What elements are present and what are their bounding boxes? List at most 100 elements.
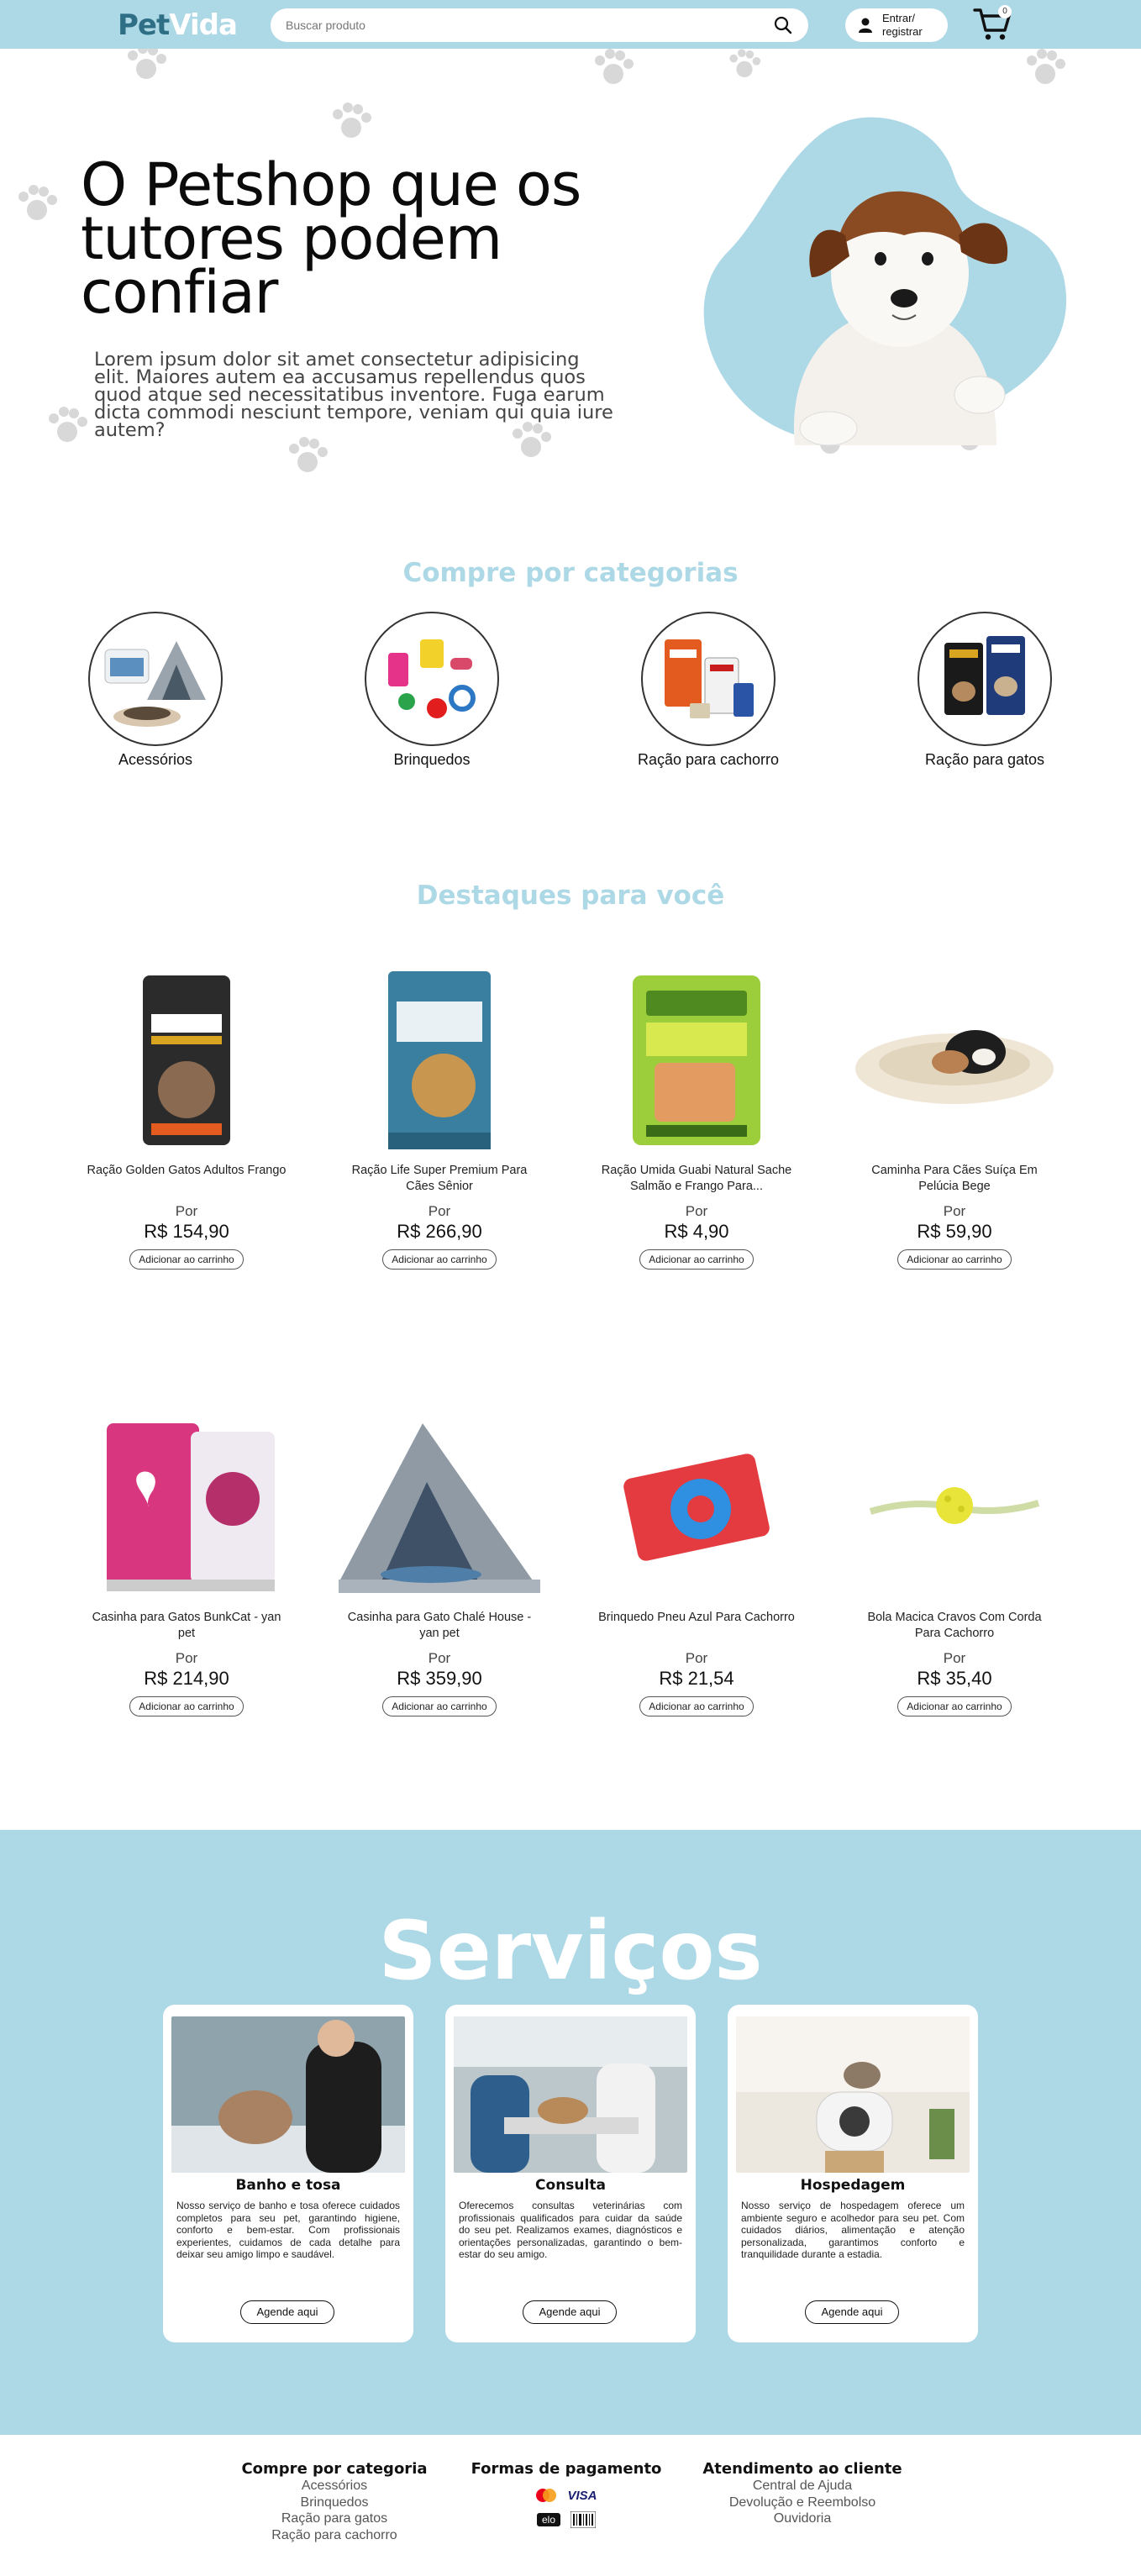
service-description: Nosso serviço de banho e tosa oferece cu… (176, 2200, 400, 2261)
product-por-label: Por (685, 1650, 708, 1666)
footer-link[interactable]: Devolução e Reembolso (697, 2495, 907, 2511)
product-card[interactable]: Brinquedo Pneu Azul Para Cachorro Por R$… (587, 1415, 806, 1716)
add-to-cart-button[interactable]: Adicionar ao carrinho (129, 1696, 244, 1716)
user-icon (859, 18, 872, 33)
product-name: Ração Umida Guabi Natural Sache Salmão e… (601, 1164, 792, 1193)
payment-row: VISA (535, 2488, 597, 2503)
product-card[interactable]: Casinha para Gato Chalé House - yan pet … (330, 1415, 549, 1716)
search-icon[interactable] (773, 15, 793, 35)
footer-link[interactable]: Central de Ajuda (697, 2478, 907, 2495)
product-card[interactable]: Casinha para Gatos BunkCat - yan pet Por… (77, 1415, 296, 1716)
add-to-cart-button[interactable]: Adicionar ao carrinho (382, 1249, 497, 1270)
guabi-natural-pouch (633, 975, 760, 1145)
category-dog-food-image (665, 639, 754, 718)
product-card[interactable]: Caminha Para Cães Suíça Em Pelúcia Bege … (845, 968, 1064, 1270)
service-card-banho-tosa: Banho e tosa Nosso serviço de banho e to… (163, 2005, 413, 2342)
category-image (918, 612, 1052, 746)
product-image (77, 968, 296, 1153)
service-name: Hospedagem (800, 2177, 906, 2194)
product-image (845, 1415, 1064, 1600)
schedule-button[interactable]: Agende aqui (523, 2300, 617, 2324)
footer-link[interactable]: Brinquedos (235, 2495, 434, 2511)
add-to-cart-button[interactable]: Adicionar ao carrinho (639, 1249, 754, 1270)
add-to-cart-button[interactable]: Adicionar ao carrinho (897, 1249, 1012, 1270)
dog-bed-image (855, 1030, 1054, 1104)
category-racao-gatos[interactable]: Ração para gatos (901, 612, 1069, 769)
service-card-hospedagem: Hospedagem Nosso serviço de hospedagem o… (728, 2005, 978, 2342)
paw-print-icon (1027, 49, 1065, 84)
product-price: R$ 35,40 (917, 1668, 992, 1689)
rope-ball-toy-image (869, 1487, 1040, 1524)
product-price: R$ 154,90 (144, 1221, 229, 1242)
hero-title: O Petshop que os tutores podem confiar (81, 150, 581, 327)
search-input[interactable] (286, 18, 773, 32)
product-price: R$ 214,90 (144, 1668, 229, 1689)
service-image (171, 2016, 405, 2173)
product-card[interactable]: Ração Life Super Premium Para Cães Sênio… (330, 968, 549, 1270)
payment-icons: VISA elo (467, 2488, 665, 2528)
category-image (365, 612, 499, 746)
site-logo[interactable]: PetVida (118, 8, 238, 42)
product-por-label: Por (428, 1203, 451, 1219)
product-name: Casinha para Gatos BunkCat - yan pet (92, 1611, 281, 1640)
cart-count-badge: 0 (998, 5, 1012, 18)
login-button[interactable]: Entrar/registrar (845, 8, 948, 42)
blue-tire-toy-image (623, 1454, 770, 1561)
schedule-button[interactable]: Agende aqui (805, 2300, 899, 2324)
elo-icon: elo (536, 2513, 560, 2526)
category-image (88, 612, 223, 746)
category-label: Brinquedos (393, 751, 471, 768)
category-acessorios[interactable]: Acessórios (71, 612, 239, 769)
footer-heading: Atendimento ao cliente (702, 2460, 902, 2478)
service-description: Nosso serviço de hospedagem oferece um a… (741, 2200, 965, 2261)
product-image (77, 1415, 296, 1600)
product-name: Casinha para Gato Chalé House - yan pet (347, 1611, 532, 1640)
product-por-label: Por (175, 1203, 198, 1219)
product-por-label: Por (428, 1650, 451, 1666)
services-section: Serviços Banho e tosa Nosso serviço de b… (0, 1830, 1141, 2435)
product-por-label: Por (943, 1203, 966, 1219)
product-card[interactable]: Ração Umida Guabi Natural Sache Salmão e… (587, 968, 806, 1270)
category-image (641, 612, 776, 746)
service-image (736, 2016, 970, 2173)
add-to-cart-button[interactable]: Adicionar ao carrinho (897, 1696, 1012, 1716)
paw-print-icon (49, 407, 87, 442)
footer-categories: Compre por categoria Acessórios Brinqued… (235, 2460, 434, 2543)
schedule-button[interactable]: Agende aqui (240, 2300, 334, 2324)
pet-hotel-photo (736, 2016, 970, 2173)
product-por-label: Por (685, 1203, 708, 1219)
category-racao-cachorro[interactable]: Ração para cachorro (624, 612, 792, 769)
footer-support: Atendimento ao cliente Central de Ajuda … (697, 2460, 907, 2527)
product-name: Brinquedo Pneu Azul Para Cachorro (598, 1611, 795, 1624)
product-name: Ração Life Super Premium Para Cães Sênio… (351, 1164, 528, 1193)
service-name: Banho e tosa (235, 2177, 341, 2194)
categories-title: Compre por categorias (402, 558, 739, 588)
services-title: Serviços (378, 1904, 763, 1998)
featured-title: Destaques para você (416, 881, 725, 911)
product-image (587, 968, 806, 1153)
product-card[interactable]: Ração Golden Gatos Adultos Frango Por R$… (77, 968, 296, 1270)
bunkcat-house-image (107, 1423, 275, 1591)
category-brinquedos[interactable]: Brinquedos (348, 612, 516, 769)
product-price: R$ 59,90 (917, 1221, 992, 1242)
chale-house-image (339, 1423, 540, 1593)
product-name: Bola Macica Cravos Com Corda Para Cachor… (867, 1611, 1042, 1640)
add-to-cart-button[interactable]: Adicionar ao carrinho (382, 1696, 497, 1716)
grooming-photo (171, 2016, 405, 2173)
hero-text: Lorem ipsum dolor sit amet consectetur a… (94, 349, 613, 441)
product-por-label: Por (943, 1650, 966, 1666)
formula-natural-bag (388, 971, 491, 1149)
service-card-consulta: Consulta Oferecemos consultas veterinári… (445, 2005, 696, 2342)
login-label-line2: registrar (882, 25, 923, 38)
footer-link[interactable]: Ração para gatos (235, 2510, 434, 2527)
product-image (845, 968, 1064, 1153)
footer-link[interactable]: Ração para cachorro (235, 2527, 434, 2544)
footer-link[interactable]: Ouvidoria (697, 2510, 907, 2527)
add-to-cart-button[interactable]: Adicionar ao carrinho (129, 1249, 244, 1270)
product-card[interactable]: Bola Macica Cravos Com Corda Para Cachor… (845, 1415, 1064, 1716)
paw-print-icon (18, 185, 57, 220)
category-label: Acessórios (118, 751, 193, 768)
add-to-cart-button[interactable]: Adicionar ao carrinho (639, 1696, 754, 1716)
footer-link[interactable]: Acessórios (235, 2478, 434, 2495)
service-name: Consulta (535, 2177, 606, 2194)
